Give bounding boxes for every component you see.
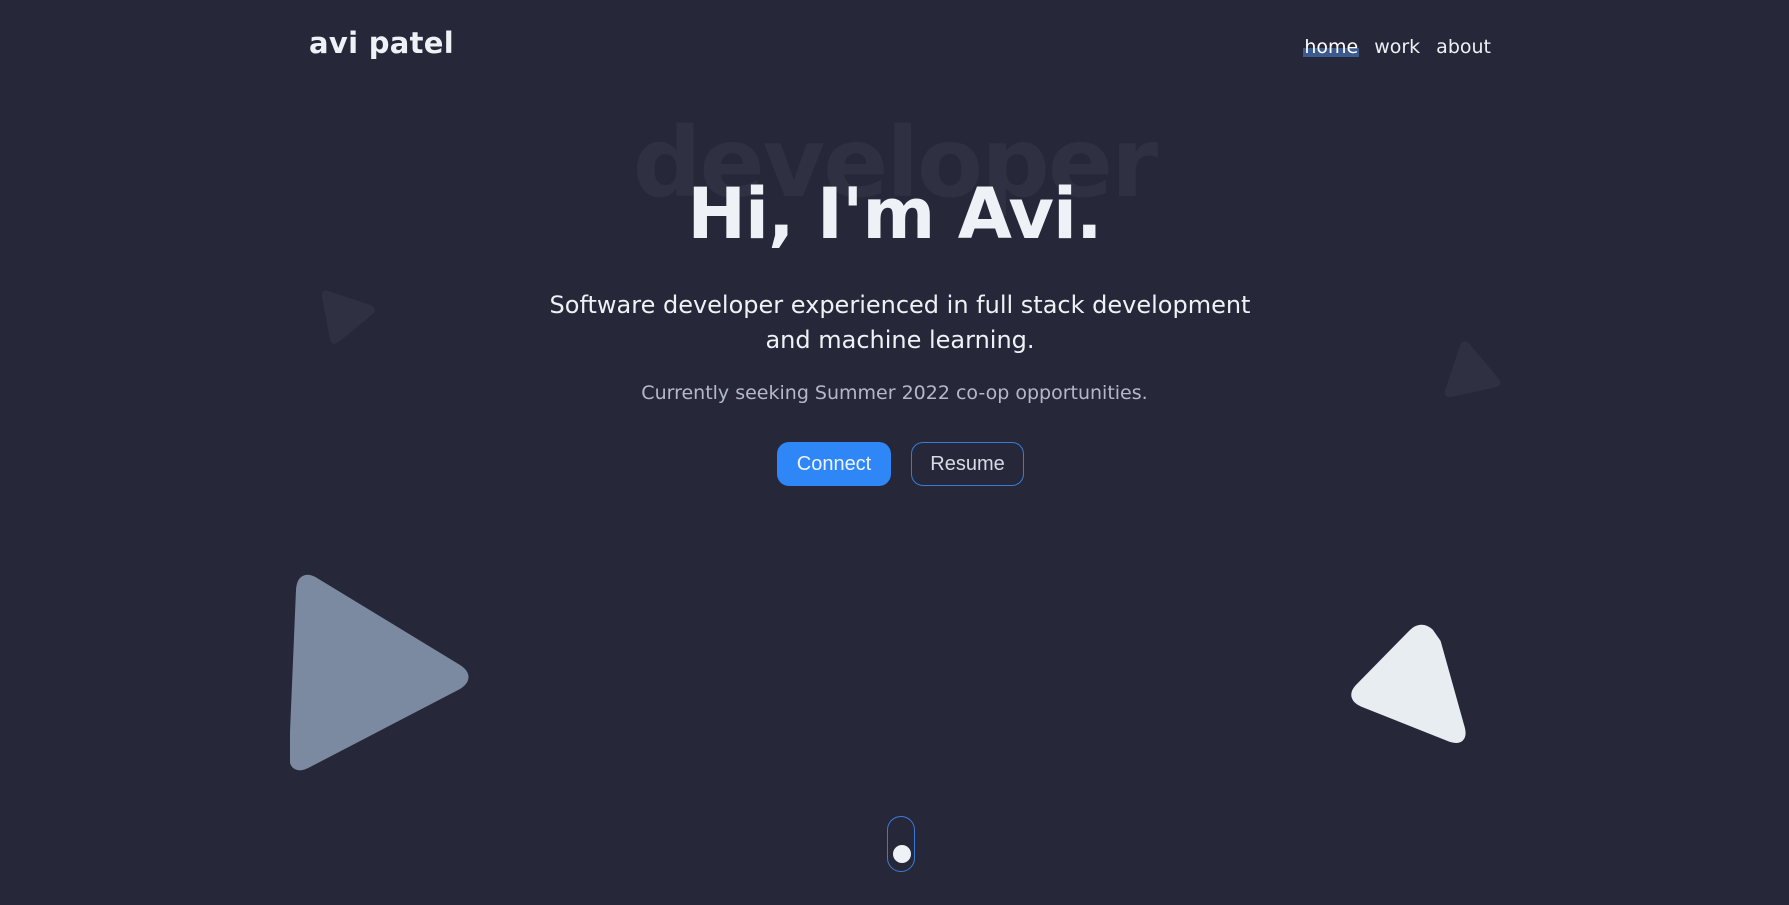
triangle-faint-right	[1444, 341, 1501, 398]
resume-button[interactable]: Resume	[911, 442, 1024, 486]
brand-logo[interactable]: avi patel	[309, 26, 454, 60]
hero-tagline: Software developer experienced in full s…	[549, 291, 1251, 354]
seeking-text: Currently seeking Summer 2022 co-op oppo…	[641, 382, 1148, 404]
connect-button[interactable]: Connect	[777, 442, 891, 486]
hero-headline: Hi, I'm Avi.	[687, 173, 1102, 255]
nav-item-about[interactable]: about	[1435, 35, 1492, 59]
scroll-indicator[interactable]	[887, 816, 915, 872]
mouse-scroll-icon	[893, 845, 911, 863]
main-nav: home work about	[1303, 35, 1492, 59]
nav-item-home[interactable]: home	[1303, 35, 1360, 59]
page: avi patel home work about developer Hi, …	[0, 0, 1789, 905]
triangle-faint-left	[321, 290, 375, 344]
triangle-large-gray	[290, 574, 469, 771]
nav-item-work[interactable]: work	[1373, 35, 1421, 59]
triangle-white	[1351, 624, 1466, 743]
